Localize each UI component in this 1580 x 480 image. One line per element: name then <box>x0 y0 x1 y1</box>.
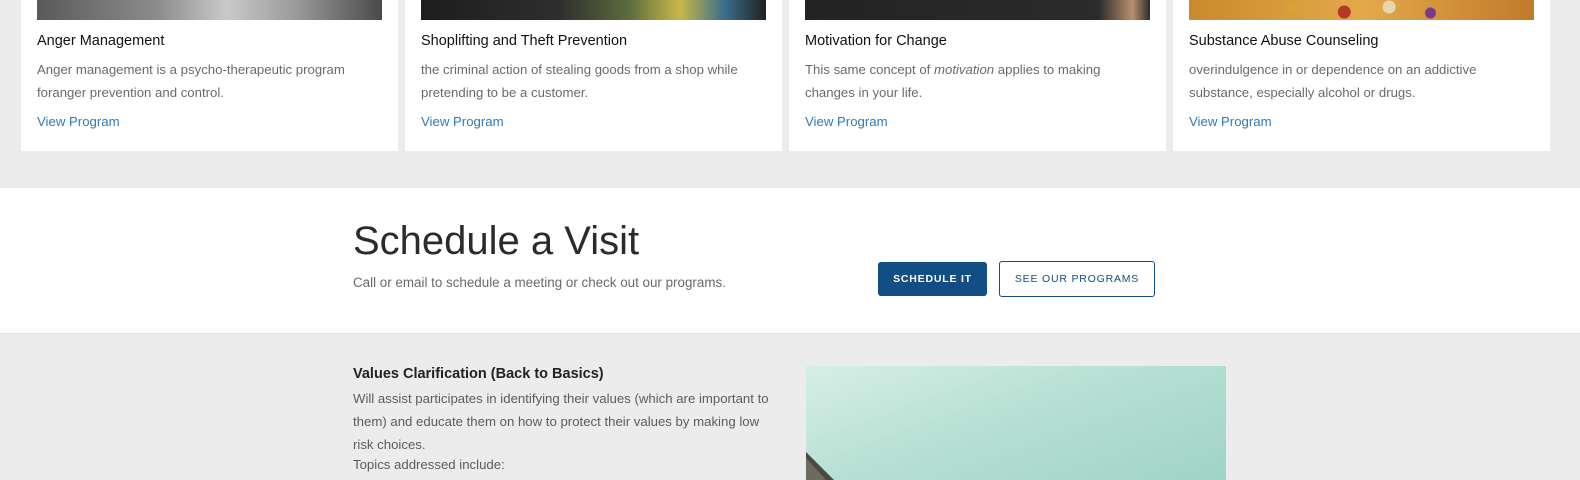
program-title: Shoplifting and Theft Prevention <box>421 33 628 49</box>
program-title: Substance Abuse Counseling <box>1189 33 1379 49</box>
program-image <box>37 0 382 20</box>
program-image <box>805 0 1150 20</box>
program-card-substance-abuse: Substance Abuse Counseling overindulgenc… <box>1173 0 1550 151</box>
program-description: This same concept of motivation applies … <box>805 62 1101 100</box>
view-program-link[interactable]: View Program <box>805 114 888 129</box>
program-description: overindulgence in or dependence on an ad… <box>1189 62 1477 100</box>
program-title: Anger Management <box>37 33 165 49</box>
view-program-link[interactable]: View Program <box>37 114 120 129</box>
schedule-title: Schedule a Visit <box>353 219 640 263</box>
program-image <box>1189 0 1534 20</box>
program-card-motivation: Motivation for Change This same concept … <box>789 0 1166 151</box>
program-card-shoplifting: Shoplifting and Theft Prevention the cri… <box>405 0 782 151</box>
program-description: the criminal action of stealing goods fr… <box>421 62 738 100</box>
program-description: Anger management is a psycho-therapeutic… <box>37 62 345 100</box>
view-program-link[interactable]: View Program <box>421 114 504 129</box>
values-section: Values Clarification (Back to Basics) Wi… <box>0 335 1580 480</box>
program-title: Motivation for Change <box>805 33 947 49</box>
schedule-it-button[interactable]: SCHEDULE IT <box>878 262 987 296</box>
values-image <box>806 366 1226 480</box>
building-silhouette-icon <box>806 452 834 480</box>
values-description: Will assist participates in identifying … <box>353 391 769 452</box>
schedule-section: Schedule a Visit Call or email to schedu… <box>0 188 1580 334</box>
program-image <box>421 0 766 20</box>
programs-section: Anger Management Anger management is a p… <box>0 0 1580 188</box>
program-card-anger-management: Anger Management Anger management is a p… <box>21 0 398 151</box>
values-title: Values Clarification (Back to Basics) <box>353 366 604 382</box>
topics-label: Topics addressed include: <box>353 457 505 472</box>
schedule-subtitle: Call or email to schedule a meeting or c… <box>353 275 726 290</box>
see-our-programs-button[interactable]: SEE OUR PROGRAMS <box>999 261 1155 297</box>
view-program-link[interactable]: View Program <box>1189 114 1272 129</box>
